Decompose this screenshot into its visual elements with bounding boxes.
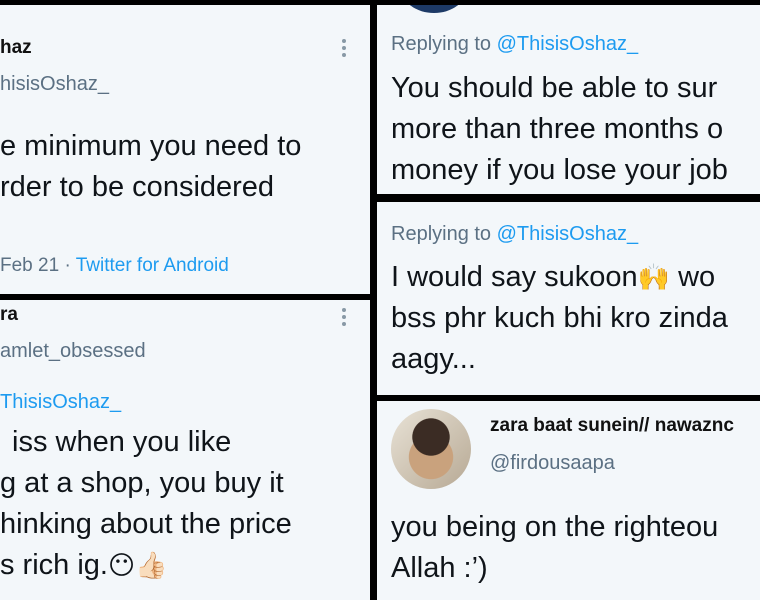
tweet-text-line-1-b: wo	[678, 261, 716, 293]
tweet-card-bottom-right[interactable]: zara baat sunein// nawaznc @firdousaapa …	[377, 401, 760, 600]
mention-link[interactable]: @ThisisOshaz_	[497, 223, 638, 245]
tweet-text-line-4: s rich ig.😶👍🏻	[0, 545, 167, 587]
user-handle[interactable]: @firdousaapa	[490, 452, 615, 475]
tweet-text-line-1-a: I would say sukoon	[391, 261, 638, 293]
client-link[interactable]: Twitter for Android	[76, 255, 229, 276]
meta-separator: ·	[64, 255, 71, 276]
more-options-icon[interactable]	[342, 39, 346, 60]
tweet-date[interactable]: Feb 21	[0, 255, 59, 276]
tweet-card-top-right[interactable]: Replying to @ThisisOshaz_ You should be …	[377, 5, 760, 194]
replying-to: Replying to @ThisisOshaz_	[391, 223, 638, 246]
replying-to-label: Replying to	[391, 33, 492, 55]
thumbs-up-icon: 👍🏻	[135, 551, 168, 581]
tweet-text-line-1: I would say sukoon🙌 wo	[391, 257, 715, 299]
tweet-text-line-3: aagy...	[391, 343, 476, 375]
display-name[interactable]: haz	[0, 37, 32, 59]
replying-to: Replying to @ThisisOshaz_	[391, 33, 638, 56]
avatar[interactable]	[401, 5, 467, 13]
user-handle[interactable]: amlet_obsessed	[0, 340, 146, 363]
tweet-text-line-2: more than three months o	[391, 113, 724, 145]
mention-link[interactable]: ThisisOshaz_	[0, 391, 121, 413]
tweet-text-line-1: iss when you like	[12, 426, 232, 458]
tweet-text-line-1: e minimum you need to	[0, 130, 302, 162]
mention-link[interactable]: @ThisisOshaz_	[497, 33, 638, 55]
user-handle[interactable]: hisisOshaz_	[0, 73, 109, 96]
tweet-card-middle-right[interactable]: Replying to @ThisisOshaz_ I would say su…	[377, 202, 760, 395]
tweet-text-line-3: money if you lose your job	[391, 154, 728, 186]
raising-hands-icon: 🙌	[637, 263, 671, 293]
display-name[interactable]: zara baat sunein// nawaznc	[490, 415, 734, 437]
tweet-card-top-left[interactable]: haz hisisOshaz_ e minimum you need to rd…	[0, 5, 370, 294]
tweet-text-line-3: hinking about the price	[0, 508, 292, 540]
tweet-text-line-1: you being on the righteou	[391, 511, 719, 543]
tweet-text-line-2: rder to be considered	[0, 171, 275, 203]
tweet-text-line-2: bss phr kuch bhi kro zinda	[391, 302, 728, 334]
reply-mention[interactable]: ThisisOshaz_	[0, 391, 121, 414]
tweet-text-line-2: Allah :’)	[391, 552, 488, 584]
no-mouth-face-icon: 😶	[107, 551, 136, 581]
replying-to-label: Replying to	[391, 223, 492, 245]
tweet-card-bottom-left[interactable]: ra amlet_obsessed ThisisOshaz_ iss when …	[0, 300, 370, 600]
tweet-text-line-2: g at a shop, you buy it	[0, 467, 284, 499]
avatar[interactable]	[391, 409, 471, 489]
tweet-text-line-4-text: s rich ig.	[0, 549, 108, 581]
display-name[interactable]: ra	[0, 304, 18, 326]
tweet-text-line-1: You should be able to sur	[391, 72, 718, 104]
more-options-icon[interactable]	[342, 308, 346, 329]
tweet-meta: Feb 21 · Twitter for Android	[0, 255, 229, 277]
